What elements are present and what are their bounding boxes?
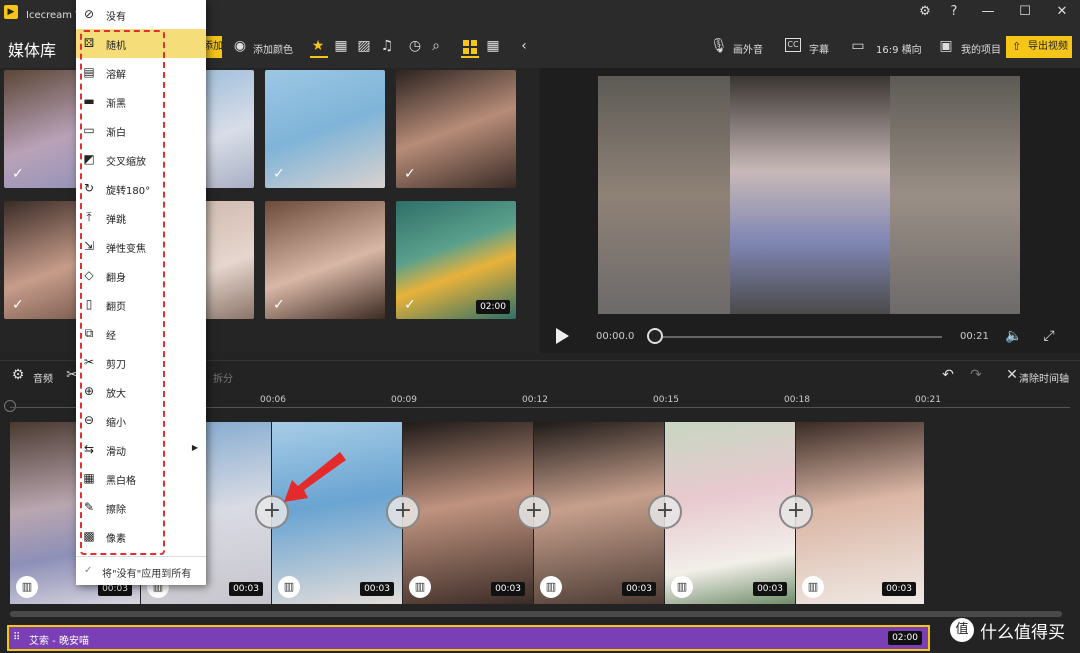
ruler-tick: 00:18 [784,395,810,405]
audio-track-label: 艾索 - 晚安喵 [29,636,89,647]
audio-duration: 02:00 [888,631,922,645]
help-icon[interactable]: ? [944,3,964,21]
media-thumb[interactable]: ✓ [265,201,385,319]
red-arrow-annotation [284,452,346,502]
undo-icon[interactable]: ↶ [940,367,956,383]
current-time: 00:00.0 [596,331,635,342]
watermark-logo-icon: 值 [950,618,974,642]
media-thumb[interactable]: ✓ [265,70,385,188]
add-transition-button[interactable]: + [648,495,682,529]
add-transition-button[interactable]: + [517,495,551,529]
none-icon: ⊘ [83,7,95,21]
timeline-clip[interactable]: ▥ 00:03 [665,422,796,604]
app-window: ▶ Icecream Video Editor - 项目1 ⚙ ? — ☐ ✕ … [0,0,1080,653]
ruler-tick: 00:06 [260,395,286,405]
subtitles-icon: CC [785,38,801,52]
submenu-arrow-icon: ▶ [191,443,198,452]
music-filter-icon[interactable]: ♫ [379,38,395,54]
media-thumb-audio[interactable]: ✓ 02:00 [396,201,516,319]
add-transition-button[interactable]: + [779,495,813,529]
total-time: 00:21 [960,331,989,342]
clear-x-icon: ✕ [1006,367,1018,383]
my-projects-button[interactable]: 我的项目 [961,41,1001,56]
clip-film-icon[interactable]: ▥ [16,576,38,598]
sort-icon[interactable]: ◷ [407,38,423,54]
ruler-tick: 00:09 [391,395,417,405]
projects-camera-icon: ▣ [939,38,953,54]
small-grid-icon[interactable]: ▦ [485,38,501,54]
selected-check-icon: ✓ [273,297,285,313]
grid-underline [461,56,479,58]
preview-frame [598,76,1020,314]
fullscreen-icon[interactable]: ⤢ [1041,328,1057,344]
large-grid-icon[interactable] [463,40,477,54]
clip-duration: 00:03 [622,582,656,596]
settings-gear-icon[interactable]: ⚙ [915,3,935,21]
clip-film-icon[interactable]: ▥ [278,576,300,598]
aspect-ratio-icon: ▭ [851,38,865,54]
check-icon: ✓ [84,565,93,576]
clip-duration: 00:03 [360,582,394,596]
timeline-scrollbar[interactable] [10,611,1062,617]
menu-item-none[interactable]: ⊘ 没有 [76,0,206,29]
timeline-clip[interactable]: ▥ 00:03 [534,422,665,604]
close-button[interactable]: ✕ [1052,3,1072,21]
collapse-chevron-icon[interactable]: ‹ [516,38,532,54]
ruler-tick: 00:21 [915,395,941,405]
drag-handle-icon[interactable]: ⠿ [13,632,20,643]
add-transition-button[interactable]: + [386,495,420,529]
clip-film-icon[interactable]: ▥ [409,576,431,598]
selected-check-icon: ✓ [273,166,285,182]
clear-timeline-button[interactable]: 清除时间轴 [1019,370,1069,385]
timeline-clip[interactable]: ▥ 00:03 [403,422,534,604]
clip-duration: 00:03 [491,582,525,596]
ruler-tick: 00:12 [522,395,548,405]
export-icon: ⇧ [1012,40,1022,53]
apply-to-all-button[interactable]: ✓ 将"没有"应用到所有 [76,556,206,585]
clip-film-icon[interactable]: ▥ [671,576,693,598]
maximize-button[interactable]: ☐ [1015,3,1035,21]
audio-track[interactable]: ⠿ 艾索 - 晚安喵 02:00 [7,625,930,651]
seek-bar[interactable] [652,336,942,338]
audio-settings-gear-icon: ⚙ [11,367,25,383]
ruler-tick: 00:15 [653,395,679,405]
media-thumb[interactable]: ✓ [396,70,516,188]
favorites-star-icon[interactable]: ★ [310,38,326,54]
app-logo-icon: ▶ [4,5,18,19]
clip-duration: 00:03 [229,582,263,596]
seek-handle[interactable] [647,328,663,344]
image-filter-icon[interactable]: ▨ [356,38,372,54]
red-dashed-highlight [80,30,165,555]
voiceover-button[interactable]: 画外音 [733,41,763,56]
microphone-icon: 🎙 [710,38,728,54]
minimize-button[interactable]: — [978,3,998,21]
palette-icon: ◉ [233,38,247,54]
clip-duration: 00:03 [753,582,787,596]
timeline-clip[interactable]: ▥ 00:03 [796,422,925,604]
clip-film-icon[interactable]: ▥ [802,576,824,598]
play-button[interactable] [556,328,569,344]
aspect-ratio-button[interactable]: 16:9 横向 [876,41,922,56]
selected-check-icon: ✓ [404,166,416,182]
add-color-button[interactable]: 添加颜色 [253,41,293,56]
search-icon[interactable]: ⌕ [428,38,444,54]
playhead-handle[interactable] [4,400,16,412]
selected-check-icon: ✓ [12,297,24,313]
library-title: 媒体库 [8,41,57,60]
favorites-underline [310,56,328,58]
media-duration: 02:00 [476,300,510,314]
watermark-text: 什么值得买 [980,623,1065,643]
clip-film-icon[interactable]: ▥ [540,576,562,598]
video-filter-icon[interactable]: ▦ [333,38,349,54]
subtitles-button[interactable]: 字幕 [809,41,829,56]
clip-duration: 00:03 [882,582,916,596]
volume-icon[interactable]: 🔈 [1005,328,1022,344]
selected-check-icon: ✓ [12,166,24,182]
selected-check-icon: ✓ [404,297,416,313]
split-button[interactable]: 拆分 [213,370,233,385]
redo-icon[interactable]: ↷ [968,367,984,383]
audio-button[interactable]: 音频 [33,370,53,385]
